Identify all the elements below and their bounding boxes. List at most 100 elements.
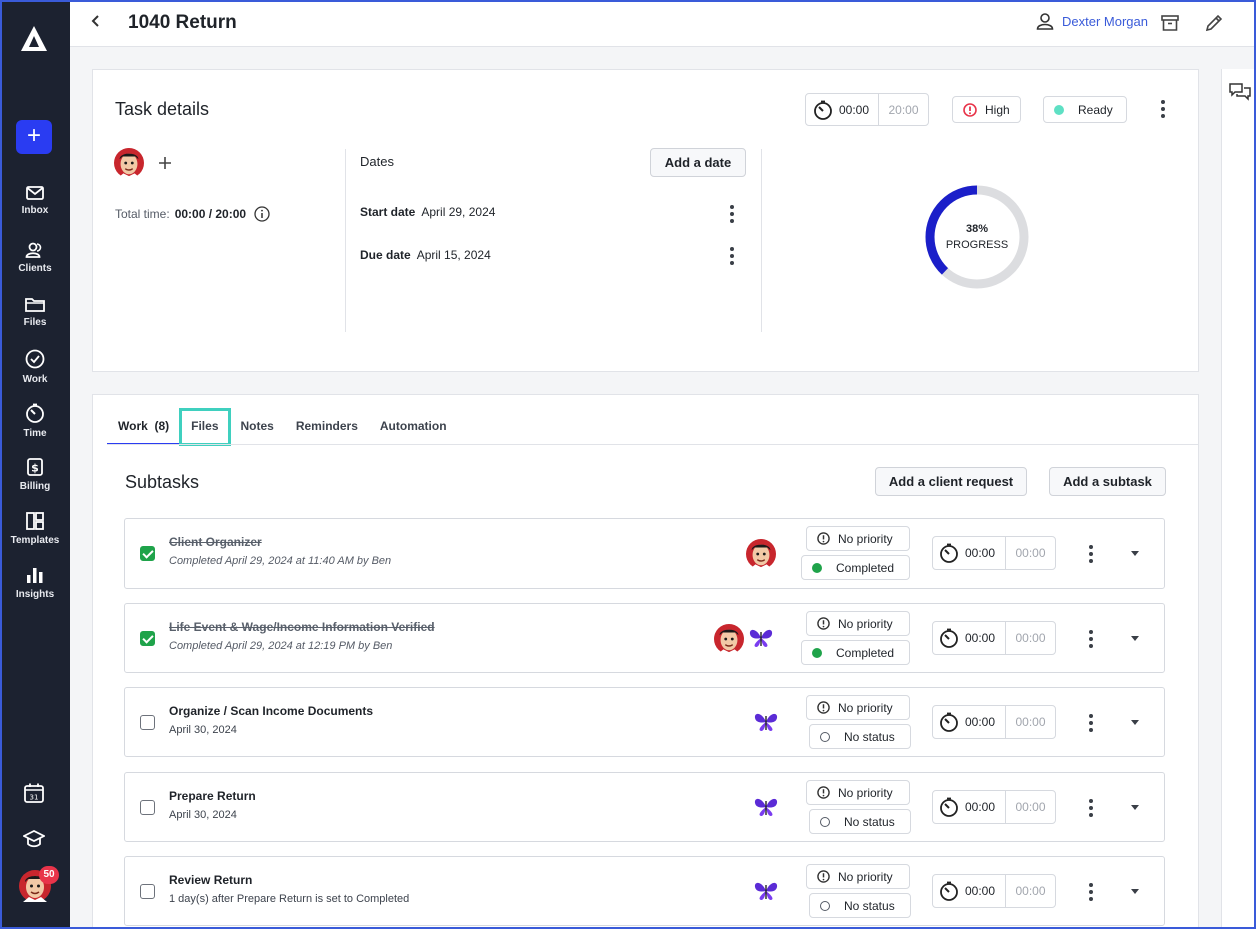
subtask-priority[interactable]: No priority [806,611,910,636]
tab-files[interactable]: Files [179,408,231,446]
sidebar-item-insights[interactable]: Insights [0,566,70,600]
due-date-menu-button[interactable] [724,246,740,266]
add-subtask-button[interactable]: Add a subtask [1049,467,1166,496]
subtask-row[interactable]: Prepare Return April 30, 2024 No priorit… [124,772,1165,842]
subtask-checkbox[interactable] [140,546,155,561]
stopwatch-icon[interactable] [939,797,959,817]
butterfly-avatar-icon[interactable] [754,712,778,732]
subtask-title[interactable]: Prepare Return [169,789,256,803]
back-button[interactable] [90,12,108,32]
subtask-status[interactable]: Completed [801,640,910,665]
subtask-checkbox[interactable] [140,631,155,646]
tab-work[interactable]: Work (8) [107,409,181,445]
subtask-timer-elapsed: 00:00 [965,715,996,729]
assignee-avatar[interactable] [714,624,744,654]
stopwatch-icon[interactable] [813,100,833,120]
archive-icon[interactable] [1160,13,1180,33]
stopwatch-icon[interactable] [939,543,959,563]
empty-status-dot-icon [820,816,830,827]
stopwatch-icon[interactable] [939,881,959,901]
subtask-more-menu-button[interactable] [1083,713,1099,733]
subtask-row[interactable]: Review Return 1 day(s) after Prepare Ret… [124,856,1165,926]
subtask-timer[interactable]: 00:00 00:00 [932,874,1056,908]
add-date-button[interactable]: Add a date [650,148,746,177]
butterfly-avatar-icon[interactable] [749,628,773,648]
tab-reminders[interactable]: Reminders [285,409,369,445]
assignee-avatar[interactable] [114,148,144,178]
butterfly-avatar-icon[interactable] [754,881,778,901]
subtask-row[interactable]: Client Organizer Completed April 29, 202… [124,518,1165,589]
subtask-timer[interactable]: 00:00 00:00 [932,705,1056,739]
sidebar-item-time[interactable]: Time [0,403,70,439]
sidebar-item-billing[interactable]: $ Billing [0,458,70,492]
add-client-request-button[interactable]: Add a client request [875,467,1027,496]
subtask-status[interactable]: No status [809,893,911,918]
expand-caret-icon[interactable] [1131,889,1139,894]
tab-automation[interactable]: Automation [369,409,458,445]
assignee-avatar[interactable] [746,539,776,569]
tab-work-label: Work [118,419,148,433]
app-logo-icon[interactable] [19,24,49,54]
start-date-menu-button[interactable] [724,204,740,224]
subtask-priority[interactable]: No priority [806,864,910,889]
expand-caret-icon[interactable] [1131,805,1139,810]
subtask-timer[interactable]: 00:00 00:00 [932,790,1056,824]
task-timer[interactable]: 00:00 20:00 [805,93,929,126]
subtask-checkbox[interactable] [140,884,155,899]
expand-caret-icon[interactable] [1131,551,1139,556]
stopwatch-icon[interactable] [939,712,959,732]
sidebar-item-templates[interactable]: Templates [0,512,70,546]
subtask-timer[interactable]: 00:00 00:00 [932,621,1056,655]
task-more-menu-button[interactable] [1155,99,1171,119]
tab-notes[interactable]: Notes [230,409,285,445]
subtask-status[interactable]: No status [809,809,911,834]
butterfly-avatar-icon[interactable] [754,797,778,817]
subtask-row[interactable]: Life Event & Wage/Income Information Ver… [124,603,1165,673]
subtask-title[interactable]: Client Organizer [169,535,262,549]
info-icon[interactable] [254,206,270,222]
subtask-more-menu-button[interactable] [1083,798,1099,818]
subtask-timer[interactable]: 00:00 00:00 [932,536,1056,570]
edit-pencil-icon[interactable] [1204,13,1224,33]
comments-icon[interactable] [1229,82,1251,102]
sidebar-item-inbox[interactable]: Inbox [0,186,70,216]
subtask-title[interactable]: Life Event & Wage/Income Information Ver… [169,620,435,634]
timer-budget[interactable]: 20:00 [879,94,928,125]
subtask-status[interactable]: No status [809,724,911,749]
sidebar-item-label: Clients [18,263,52,274]
subtask-title[interactable]: Review Return [169,873,252,887]
subtask-timer-budget[interactable]: 00:00 [1006,791,1055,823]
status-select[interactable]: Ready [1043,96,1127,123]
priority-select[interactable]: High [952,96,1021,123]
sidebar-item-files[interactable]: Files [0,297,70,328]
subtask-priority[interactable]: No priority [806,695,910,720]
subtask-timer-budget[interactable]: 00:00 [1006,622,1055,654]
add-assignee-icon[interactable] [158,156,172,170]
subtask-checkbox[interactable] [140,800,155,815]
subtask-status[interactable]: Completed [801,555,910,580]
subtask-timer-budget[interactable]: 00:00 [1006,875,1055,907]
expand-caret-icon[interactable] [1131,636,1139,641]
due-date-value[interactable]: April 15, 2024 [417,248,491,262]
subtask-subtitle: Completed April 29, 2024 at 12:19 PM by … [169,640,393,652]
graduation-cap-icon[interactable] [23,828,45,850]
subtask-priority[interactable]: No priority [806,780,910,805]
sidebar-item-clients[interactable]: Clients [0,242,70,274]
subtask-more-menu-button[interactable] [1083,544,1099,564]
subtask-checkbox[interactable] [140,715,155,730]
subtask-timer-budget[interactable]: 00:00 [1006,706,1055,738]
dollar-icon: $ [27,458,43,476]
subtask-priority[interactable]: No priority [806,526,910,551]
sidebar-item-work[interactable]: Work [0,349,70,385]
expand-caret-icon[interactable] [1131,720,1139,725]
stopwatch-icon[interactable] [939,628,959,648]
subtask-title[interactable]: Organize / Scan Income Documents [169,704,373,718]
create-new-button[interactable]: + [16,120,52,154]
subtask-more-menu-button[interactable] [1083,629,1099,649]
calendar-icon[interactable]: 31 [23,782,45,804]
subtask-more-menu-button[interactable] [1083,882,1099,902]
subtask-timer-budget[interactable]: 00:00 [1006,537,1055,569]
subtask-row[interactable]: Organize / Scan Income Documents April 3… [124,687,1165,757]
assignee-link[interactable]: Dexter Morgan [1036,12,1148,30]
start-date-value[interactable]: April 29, 2024 [421,205,495,219]
